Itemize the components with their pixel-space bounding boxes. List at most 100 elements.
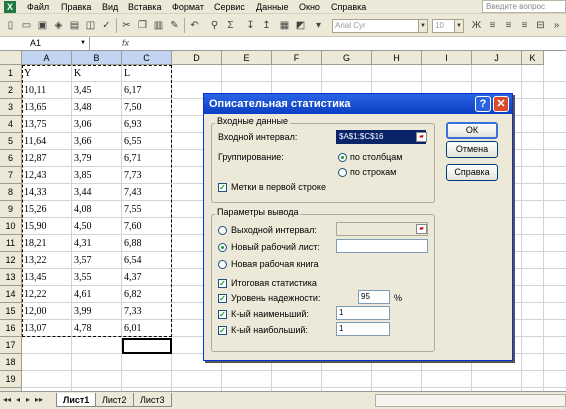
row-header-9[interactable]: 9 — [0, 201, 22, 218]
by-columns-radio[interactable] — [338, 153, 347, 162]
column-header-b[interactable]: B — [72, 51, 122, 65]
prev-sheet-icon[interactable]: ◂ — [16, 395, 20, 404]
tab-sheet1[interactable]: Лист1 — [56, 393, 97, 407]
confidence-field[interactable]: 95 — [358, 290, 390, 304]
output-range-field[interactable] — [336, 222, 428, 236]
autosum-icon[interactable]: Σ — [224, 19, 237, 32]
close-icon[interactable]: ✕ — [493, 96, 509, 112]
sort-descending-icon[interactable]: ↥ — [260, 19, 273, 32]
kth-largest-checkbox[interactable]: ✓ — [218, 326, 227, 335]
paste-icon[interactable]: ▥ — [152, 19, 165, 32]
column-header-h[interactable]: H — [372, 51, 422, 65]
column-header-e[interactable]: E — [222, 51, 272, 65]
new-file-icon[interactable]: ▯ — [4, 19, 17, 32]
column-header-j[interactable]: J — [472, 51, 522, 65]
new-sheet-radio[interactable] — [218, 243, 227, 252]
first-sheet-icon[interactable]: ◂◂ — [3, 395, 11, 404]
column-header-g[interactable]: G — [322, 51, 372, 65]
summary-stats-checkbox[interactable]: ✓ — [218, 279, 227, 288]
output-range-radio[interactable] — [218, 226, 227, 235]
hyperlink-icon[interactable]: ⚲ — [208, 19, 221, 32]
print-preview-icon[interactable]: ◫ — [84, 19, 97, 32]
kth-smallest-checkbox[interactable]: ✓ — [218, 310, 227, 319]
excel-app-icon[interactable]: X — [4, 1, 16, 13]
row-header-2[interactable]: 2 — [0, 82, 22, 99]
row-header-15[interactable]: 15 — [0, 303, 22, 320]
print-icon[interactable]: ▤ — [68, 19, 81, 32]
row-header-13[interactable]: 13 — [0, 269, 22, 286]
row-header-3[interactable]: 3 — [0, 99, 22, 116]
collapse-range-icon[interactable]: ▰ — [416, 224, 427, 234]
menu-view[interactable]: Вид — [102, 1, 118, 13]
confidence-checkbox[interactable]: ✓ — [218, 294, 227, 303]
new-book-radio[interactable] — [218, 260, 227, 269]
row-header-1[interactable]: 1 — [0, 65, 22, 82]
row-header-6[interactable]: 6 — [0, 150, 22, 167]
menu-format[interactable]: Формат — [172, 1, 204, 13]
kth-smallest-field[interactable]: 1 — [336, 306, 390, 320]
save-icon[interactable]: ▣ — [36, 19, 49, 32]
help-icon[interactable]: ? — [475, 96, 491, 112]
align-center-icon[interactable]: ≡ — [502, 19, 515, 32]
zoom-icon[interactable]: ▾ — [312, 19, 325, 32]
font-size-select[interactable]: 10 ▼ — [432, 19, 464, 33]
cancel-button[interactable]: Отмена — [446, 141, 498, 158]
open-icon[interactable]: ▭ — [20, 19, 33, 32]
sort-ascending-icon[interactable]: ↧ — [244, 19, 257, 32]
menu-window[interactable]: Окно — [299, 1, 320, 13]
tab-sheet3[interactable]: Лист3 — [133, 393, 172, 407]
last-sheet-icon[interactable]: ▸▸ — [35, 395, 43, 404]
font-name-select[interactable]: Arial Cyr ▼ — [332, 19, 428, 33]
row-header-17[interactable]: 17 — [0, 337, 22, 354]
column-header-a[interactable]: A — [22, 51, 72, 65]
merge-center-icon[interactable]: ⊟ — [534, 19, 547, 32]
align-left-icon[interactable]: ≡ — [486, 19, 499, 32]
row-header-19[interactable]: 19 — [0, 371, 22, 388]
row-header-8[interactable]: 8 — [0, 184, 22, 201]
row-header-14[interactable]: 14 — [0, 286, 22, 303]
new-sheet-name-field[interactable] — [336, 239, 428, 253]
align-right-icon[interactable]: ≡ — [518, 19, 531, 32]
row-header-16[interactable]: 16 — [0, 320, 22, 337]
column-header-c[interactable]: C — [122, 51, 172, 65]
chevron-down-icon[interactable]: ▼ — [418, 20, 427, 32]
row-header-5[interactable]: 5 — [0, 133, 22, 150]
row-header-18[interactable]: 18 — [0, 354, 22, 371]
help-question-input[interactable]: Введите вопрос — [482, 0, 566, 13]
next-sheet-icon[interactable]: ▸ — [26, 395, 30, 404]
undo-icon[interactable]: ↶ — [188, 19, 201, 32]
cut-icon[interactable]: ✂ — [120, 19, 133, 32]
horizontal-scrollbar[interactable] — [375, 394, 566, 407]
kth-largest-field[interactable]: 1 — [336, 322, 390, 336]
row-header-4[interactable]: 4 — [0, 116, 22, 133]
menu-edit[interactable]: Правка — [61, 1, 91, 13]
drawing-icon[interactable]: ◩ — [294, 19, 307, 32]
fx-icon[interactable]: fx — [122, 37, 129, 50]
row-header-12[interactable]: 12 — [0, 252, 22, 269]
chart-wizard-icon[interactable]: ▦ — [278, 19, 291, 32]
row-header-11[interactable]: 11 — [0, 235, 22, 252]
labels-first-row-checkbox[interactable]: ✓ — [218, 183, 227, 192]
row-header-10[interactable]: 10 — [0, 218, 22, 235]
chevron-down-icon[interactable]: ▼ — [454, 20, 463, 32]
menu-tools[interactable]: Сервис — [214, 1, 245, 13]
menu-file[interactable]: Файл — [27, 1, 49, 13]
select-all-corner[interactable] — [0, 51, 22, 65]
help-button[interactable]: Справка — [446, 164, 498, 181]
spelling-icon[interactable]: ✓ — [100, 19, 113, 32]
bold-icon[interactable]: Ж — [470, 19, 483, 32]
by-rows-radio[interactable] — [338, 168, 347, 177]
copy-icon[interactable]: ❐ — [136, 19, 149, 32]
permission-icon[interactable]: ◈ — [52, 19, 65, 32]
tab-sheet2[interactable]: Лист2 — [95, 393, 134, 407]
column-header-d[interactable]: D — [172, 51, 222, 65]
ok-button[interactable]: ОК — [446, 122, 498, 139]
name-box[interactable]: A1 ▼ — [0, 37, 90, 50]
chevron-down-icon[interactable]: ▼ — [80, 37, 86, 50]
active-cell[interactable] — [122, 338, 172, 354]
toolbar-options-icon[interactable]: » — [550, 19, 563, 32]
collapse-range-icon[interactable]: ▰ — [416, 132, 427, 142]
column-header-k[interactable]: K — [522, 51, 544, 65]
menu-insert[interactable]: Вставка — [128, 1, 161, 13]
column-header-f[interactable]: F — [272, 51, 322, 65]
